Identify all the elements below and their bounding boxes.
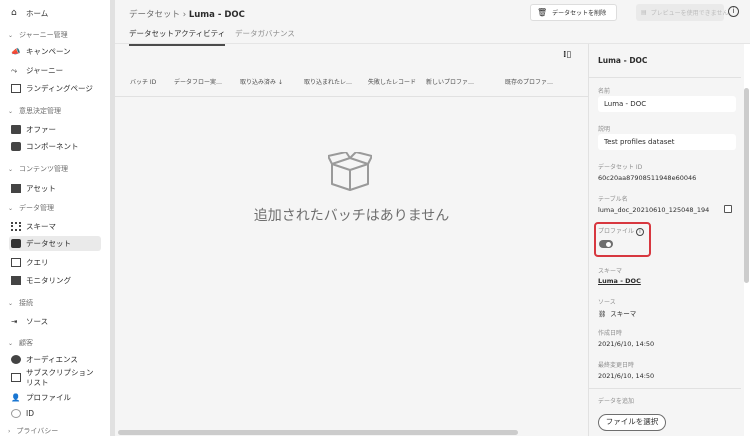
schema-icon bbox=[11, 222, 21, 231]
column-existing-profiles[interactable]: 既存のプロファ… bbox=[505, 77, 553, 86]
trash-icon: 🗑 bbox=[537, 8, 548, 17]
schema-icon: ⛓ bbox=[598, 310, 607, 318]
sidebar-item-monitoring[interactable]: モニタリング bbox=[9, 273, 101, 288]
sidebar-item-sources[interactable]: ⇥ ソース bbox=[9, 314, 101, 329]
column-batch-id[interactable]: バッチ ID bbox=[130, 77, 156, 86]
section-content[interactable]: ⌄ コンテンツ管理 bbox=[8, 164, 68, 174]
table-header: バッチ ID データフロー実… 取り込み済み ↓ 取り込まれたレ… 失敗したレコ… bbox=[115, 73, 588, 97]
section-connections[interactable]: ⌄ 接続 bbox=[8, 298, 33, 308]
tab-dataset-activity[interactable]: データセットアクティビティ bbox=[129, 28, 226, 46]
empty-box-icon bbox=[328, 152, 372, 191]
dataset-id-label: データセット ID bbox=[598, 164, 643, 171]
chevron-right-icon: › bbox=[8, 427, 11, 435]
delete-dataset-button[interactable]: 🗑 データセットを削除 bbox=[530, 4, 617, 21]
sidebar-item-datasets[interactable]: データセット bbox=[9, 236, 101, 251]
component-icon bbox=[11, 142, 21, 151]
list-icon bbox=[11, 373, 21, 382]
header: データセット › Luma - DOC データセットアクティビティ データガバナ… bbox=[115, 0, 750, 46]
column-dataflow[interactable]: データフロー実… bbox=[174, 77, 222, 86]
sidebar: ⌂ ホーム ⌄ ジャーニー管理 📣 キャンペーン ⤳ ジャーニー ランディングページ ⌄… bbox=[0, 0, 110, 436]
dataset-id-value: 60c20aa879085119​48e60046 bbox=[598, 174, 697, 182]
column-settings-icon[interactable]: ⁞▯ bbox=[563, 50, 571, 60]
description-label: 説明 bbox=[598, 126, 611, 133]
preview-button[interactable]: ▤ プレビューを使用できません bbox=[636, 4, 729, 21]
offer-icon bbox=[11, 125, 21, 134]
name-field[interactable]: Luma - DOC bbox=[598, 96, 736, 112]
source-icon: ⇥ bbox=[11, 317, 18, 326]
sidebar-item-identities[interactable]: ID bbox=[9, 406, 101, 421]
sidebar-item-journeys[interactable]: ⤳ ジャーニー bbox=[9, 63, 101, 78]
table-name-value: luma_doc_20210610_125048_194 bbox=[598, 206, 710, 214]
page-title: Luma - DOC bbox=[188, 10, 245, 20]
tab-data-governance[interactable]: データガバナンス bbox=[235, 28, 295, 44]
chevron-down-icon: ⌄ bbox=[8, 299, 14, 307]
journey-icon: ⤳ bbox=[11, 66, 17, 75]
empty-state-message: 追加されたバッチはありません bbox=[253, 208, 450, 224]
description-field[interactable]: Test profiles dataset bbox=[598, 134, 736, 150]
home-icon: ⌂ bbox=[11, 8, 17, 18]
schema-label: スキーマ bbox=[598, 268, 623, 275]
section-journey[interactable]: ⌄ ジャーニー管理 bbox=[8, 30, 68, 40]
horizontal-scrollbar[interactable] bbox=[118, 430, 518, 435]
sidebar-item-audiences[interactable]: オーディエンス bbox=[9, 352, 101, 367]
created-value: 2021/6/10, 14:50 bbox=[598, 340, 655, 348]
column-records-ingested[interactable]: 取り込まれたレ… bbox=[304, 77, 352, 86]
database-icon bbox=[11, 239, 21, 248]
breadcrumb: データセット › Luma - DOC bbox=[129, 10, 245, 20]
column-new-profiles[interactable]: 新しいプロファ… bbox=[426, 77, 474, 86]
sidebar-item-components[interactable]: コンポーネント bbox=[9, 139, 101, 154]
dataset-details-panel: Luma - DOC 名前 Luma - DOC 説明 Test profile… bbox=[588, 44, 744, 436]
megaphone-icon: 📣 bbox=[11, 47, 21, 56]
sidebar-item-assets[interactable]: アセット bbox=[9, 181, 101, 196]
modified-value: 2021/6/10, 14:50 bbox=[598, 372, 655, 380]
profile-label: プロファイル i bbox=[598, 226, 644, 236]
section-data-management[interactable]: ⌄ データ管理 bbox=[8, 203, 54, 213]
sidebar-item-schemas[interactable]: スキーマ bbox=[9, 219, 101, 234]
fingerprint-icon bbox=[11, 409, 21, 418]
created-label: 作成日時 bbox=[598, 330, 623, 337]
name-label: 名前 bbox=[598, 88, 611, 95]
sidebar-item-offers[interactable]: オファー bbox=[9, 122, 101, 137]
chevron-down-icon: ⌄ bbox=[8, 107, 14, 115]
choose-file-button[interactable]: ファイルを選択 bbox=[598, 414, 666, 431]
chevron-down-icon: ⌄ bbox=[8, 339, 14, 347]
sidebar-item-subscription-lists[interactable]: サブスクリプションリスト bbox=[9, 368, 101, 390]
copy-icon[interactable] bbox=[724, 205, 732, 213]
monitoring-icon bbox=[11, 276, 21, 285]
source-value: ⛓ スキーマ bbox=[598, 310, 637, 318]
divider bbox=[589, 388, 741, 389]
info-icon[interactable]: i bbox=[635, 228, 644, 236]
section-decisioning[interactable]: ⌄ 意思決定管理 bbox=[8, 106, 61, 116]
chevron-down-icon: ⌄ bbox=[8, 165, 14, 173]
assets-icon bbox=[11, 184, 21, 193]
schema-link[interactable]: Luma - DOC bbox=[598, 277, 641, 285]
info-icon[interactable]: i bbox=[728, 6, 739, 17]
sidebar-item-queries[interactable]: クエリ bbox=[9, 255, 101, 270]
panel-scrollbar[interactable] bbox=[744, 88, 749, 283]
query-icon bbox=[11, 258, 21, 267]
table-name-label: テーブル名 bbox=[598, 196, 628, 203]
preview-icon: ▤ bbox=[641, 9, 647, 16]
chevron-down-icon: ⌄ bbox=[8, 204, 14, 212]
profile-toggle[interactable] bbox=[599, 240, 613, 248]
section-privacy[interactable]: › プライバシー bbox=[8, 426, 58, 436]
source-label: ソース bbox=[598, 299, 616, 306]
column-ingested[interactable]: 取り込み済み ↓ bbox=[240, 77, 283, 86]
sidebar-item-campaigns[interactable]: 📣 キャンペーン bbox=[9, 44, 101, 59]
column-failed-records[interactable]: 失敗したレコード bbox=[368, 77, 416, 86]
modified-label: 最終変更日時 bbox=[598, 362, 635, 369]
sidebar-item-home[interactable]: ⌂ ホーム bbox=[9, 6, 101, 21]
user-icon: 👤 bbox=[11, 393, 21, 402]
audience-icon bbox=[11, 355, 21, 364]
chevron-down-icon: ⌄ bbox=[8, 31, 14, 39]
add-data-label: データを追加 bbox=[598, 398, 635, 405]
section-customer[interactable]: ⌄ 顧客 bbox=[8, 338, 33, 348]
panel-title: Luma - DOC bbox=[598, 56, 648, 65]
sidebar-item-profiles[interactable]: 👤 プロファイル bbox=[9, 390, 101, 405]
sidebar-item-landing-pages[interactable]: ランディングページ bbox=[9, 81, 101, 96]
breadcrumb-datasets[interactable]: データセット bbox=[129, 10, 180, 20]
browser-icon bbox=[11, 84, 21, 93]
